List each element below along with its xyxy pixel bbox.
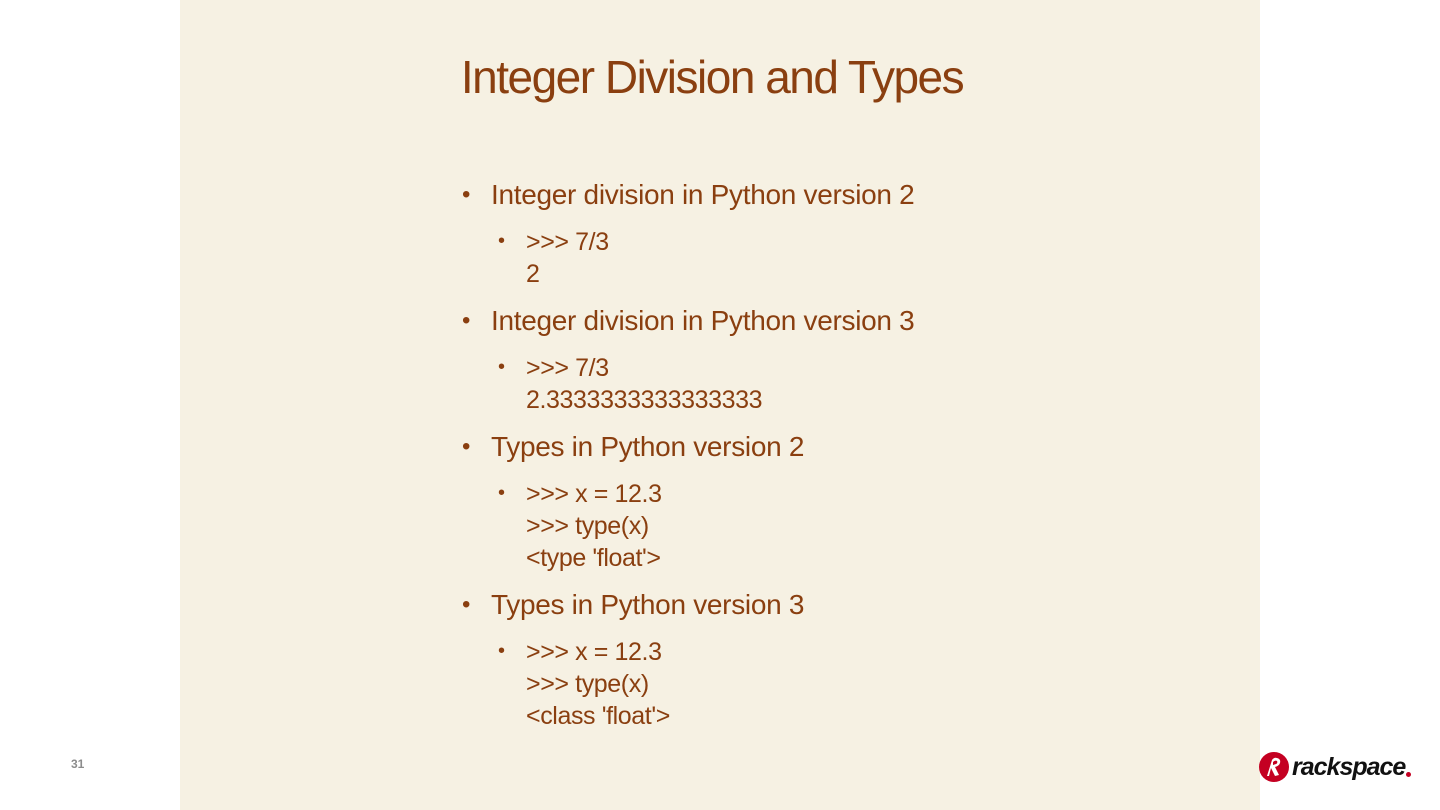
sub-bullet-code: >>> x = 12.3 >>> type(x) <type 'float'> bbox=[498, 477, 1162, 574]
bullet-item: Integer division in Python version 3 bbox=[462, 304, 1162, 338]
code-line: 2 bbox=[526, 260, 540, 288]
bullet-item: Types in Python version 2 bbox=[462, 430, 1162, 464]
logo-wordmark: rackspace bbox=[1292, 752, 1406, 781]
sub-bullet-code: >>> 7/3 2 bbox=[498, 225, 1162, 290]
code-line: >>> type(x) bbox=[526, 670, 649, 698]
sub-bullet-code: >>> x = 12.3 >>> type(x) <class 'float'> bbox=[498, 635, 1162, 732]
slide-title: Integer Division and Types bbox=[460, 51, 965, 103]
bullet-item: Types in Python version 3 bbox=[462, 588, 1162, 622]
code-line: <type 'float'> bbox=[526, 544, 661, 572]
bullet-item: Integer division in Python version 2 bbox=[462, 178, 1162, 212]
page-number: 31 bbox=[71, 757, 85, 771]
code-line: >>> x = 12.3 bbox=[526, 638, 662, 666]
code-line: >>> type(x) bbox=[526, 512, 649, 540]
code-line: >>> 7/3 bbox=[526, 354, 609, 382]
rackspace-logo: rackspace bbox=[1258, 749, 1412, 785]
registered-mark-icon bbox=[1406, 771, 1412, 777]
sub-bullet-code: >>> 7/3 2.3333333333333333 bbox=[498, 351, 1162, 416]
code-line: >>> x = 12.3 bbox=[526, 480, 662, 508]
rackspace-logo-icon bbox=[1259, 752, 1289, 782]
code-line: <class 'float'> bbox=[526, 702, 670, 730]
code-line: 2.3333333333333333 bbox=[526, 386, 763, 414]
code-line: >>> 7/3 bbox=[526, 228, 609, 256]
bullet-list: Integer division in Python version 2 >>>… bbox=[462, 178, 1162, 746]
